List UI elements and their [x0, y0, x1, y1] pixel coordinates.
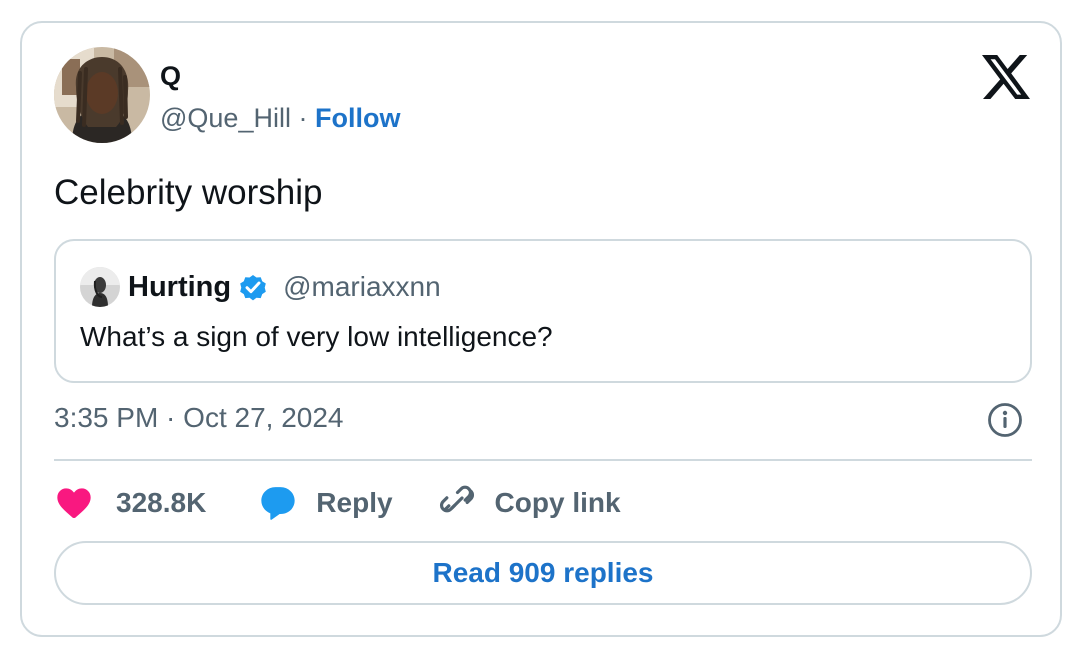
verified-badge-icon: [240, 275, 266, 301]
divider: [54, 459, 1032, 461]
author-name[interactable]: Q: [160, 60, 181, 92]
reply-label: Reply: [316, 487, 393, 518]
reply-button[interactable]: Reply: [258, 483, 393, 523]
like-button[interactable]: 328.8K: [54, 483, 206, 523]
speech-bubble-icon: [261, 487, 295, 520]
author-handle[interactable]: @Que_Hill: [160, 103, 291, 133]
heart-icon: [57, 488, 91, 518]
follow-link[interactable]: Follow: [315, 103, 400, 133]
action-bar: 328.8K Reply Copy link: [54, 479, 621, 527]
quoted-author-handle: @mariaxxnn: [283, 271, 441, 302]
like-count: 328.8K: [116, 487, 207, 518]
x-logo-icon[interactable]: [982, 55, 1030, 99]
quoted-author-avatar: [80, 267, 120, 307]
link-icon: [439, 485, 474, 513]
copy-link-label: Copy link: [494, 487, 621, 518]
info-icon[interactable]: [986, 401, 1024, 439]
author-meta: @Que_Hill · Follow: [160, 101, 400, 135]
meta-separator: ·: [298, 103, 308, 133]
author-avatar[interactable]: [54, 47, 150, 143]
quoted-tweet[interactable]: Hurting @mariaxxnn What’s a sign of very…: [54, 239, 1032, 383]
quoted-author-name: Hurting: [128, 270, 232, 303]
quoted-tweet-text: What’s a sign of very low intelligence?: [80, 321, 553, 352]
copy-link-button[interactable]: Copy link: [437, 483, 621, 523]
author-avatar-image: [54, 47, 150, 143]
tweet-timestamp[interactable]: 3:35 PM · Oct 27, 2024: [54, 399, 344, 437]
quoted-avatar-image: [80, 267, 120, 307]
tweet-embed-card: Q @Que_Hill · Follow Celebrity worship H…: [20, 21, 1062, 637]
read-replies-button[interactable]: Read 909 replies: [54, 541, 1032, 605]
quoted-header: Hurting @mariaxxnn: [128, 269, 441, 305]
tweet-text: Celebrity worship: [54, 173, 323, 212]
